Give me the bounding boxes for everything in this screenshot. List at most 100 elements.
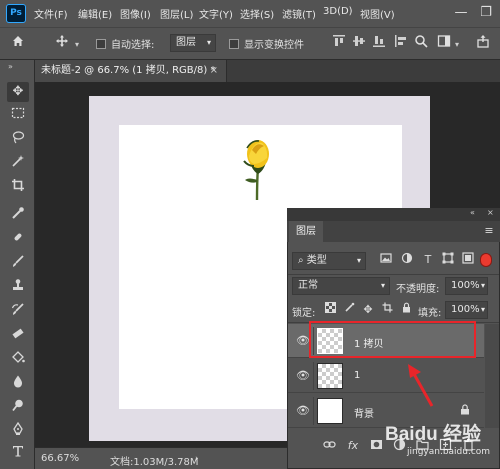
panel-menu-icon[interactable]: ≡: [481, 223, 497, 239]
auto-select-dropdown[interactable]: 图层 ▾: [170, 34, 216, 52]
filter-shape-icon[interactable]: [440, 252, 456, 268]
align-left-icon[interactable]: [392, 34, 410, 52]
search-icon: ⌕: [298, 255, 304, 266]
collapse-icon[interactable]: »: [8, 62, 13, 71]
healing-brush-icon[interactable]: [7, 230, 29, 250]
lasso-tool-icon[interactable]: [7, 130, 29, 150]
lock-image-icon[interactable]: [341, 302, 357, 318]
magic-wand-icon[interactable]: [7, 154, 29, 174]
menu-edit[interactable]: 编辑(E): [78, 6, 112, 21]
document-tab[interactable]: 未标题-2 @ 66.7% (1 拷贝, RGB/8) * ×: [35, 60, 227, 82]
auto-select-label: 自动选择:: [111, 40, 155, 51]
blur-tool-icon[interactable]: [7, 374, 29, 394]
crop-tool-icon[interactable]: [7, 178, 29, 198]
align-vcenter-icon[interactable]: [350, 34, 368, 52]
filter-pixel-icon[interactable]: [378, 252, 394, 268]
menu-view[interactable]: 视图(V): [360, 6, 395, 21]
share-icon[interactable]: [474, 34, 492, 52]
chevron-down-icon: ▾: [380, 281, 385, 290]
paint-bucket-icon[interactable]: [7, 350, 29, 370]
menu-type[interactable]: 文字(Y): [199, 6, 233, 21]
blend-mode-dropdown[interactable]: 正常 ▾: [292, 277, 390, 295]
rose-image: [243, 140, 269, 201]
layer-name[interactable]: 1: [354, 370, 360, 381]
tab-layers[interactable]: 图层: [289, 221, 323, 242]
layer-filter-dropdown[interactable]: ⌕ 类型 ▾: [292, 252, 366, 270]
chevron-down-icon: ▾: [480, 281, 485, 290]
home-icon[interactable]: [9, 34, 27, 52]
layer-name[interactable]: 背景: [354, 405, 374, 420]
chevron-down-icon[interactable]: ▾: [455, 40, 459, 49]
fx-icon[interactable]: fx: [345, 438, 361, 454]
type-tool-icon[interactable]: [7, 444, 29, 464]
options-bar: ▾ 自动选择: 图层 ▾ 显示变换控件 ▾: [0, 27, 500, 60]
layer-filter-value: 类型: [306, 255, 327, 266]
workspace-icon[interactable]: [435, 34, 453, 52]
marquee-tool-icon[interactable]: [7, 106, 29, 126]
brush-tool-icon[interactable]: [7, 254, 29, 274]
dodge-tool-icon[interactable]: [7, 398, 29, 418]
filter-adjustment-icon[interactable]: [399, 252, 415, 268]
eraser-tool-icon[interactable]: [7, 326, 29, 346]
document-tab-label: 未标题-2 @ 66.7% (1 拷贝, RGB/8) *: [41, 65, 216, 76]
show-transform-label: 显示变换控件: [244, 40, 304, 51]
chevron-down-icon: ▾: [480, 305, 485, 314]
filter-type-icon[interactable]: T: [420, 252, 436, 268]
auto-select-checkbox[interactable]: [96, 39, 106, 49]
add-mask-icon[interactable]: [368, 438, 384, 454]
lock-position-icon[interactable]: ✥: [360, 302, 376, 318]
menu-filter[interactable]: 滤镜(T): [282, 6, 316, 21]
zoom-level[interactable]: 66.67%: [41, 453, 79, 464]
menu-layer[interactable]: 图层(L): [160, 6, 193, 21]
opacity-label: 不透明度:: [396, 284, 440, 295]
chevron-down-icon: ▾: [356, 256, 361, 265]
show-transform-checkbox[interactable]: [229, 39, 239, 49]
document-size: 文档:1.03M/3.78M: [110, 457, 199, 468]
collapse-icon[interactable]: «: [470, 208, 475, 217]
menu-image[interactable]: 图像(I): [120, 6, 151, 21]
menu-bar: Ps 文件(F) 编辑(E) 图像(I) 图层(L) 文字(Y) 选择(S) 滤…: [0, 0, 500, 27]
layer-row[interactable]: 👁 1: [288, 359, 484, 393]
divider: [313, 362, 314, 390]
close-icon[interactable]: ×: [487, 208, 494, 217]
link-layers-icon[interactable]: [321, 438, 337, 454]
opacity-input[interactable]: 100% ▾: [445, 277, 488, 295]
pen-tool-icon[interactable]: [7, 421, 29, 442]
filter-smart-object-icon[interactable]: [460, 252, 476, 268]
restore-button[interactable]: ❐: [477, 4, 495, 22]
chevron-right-icon[interactable]: ›: [195, 454, 199, 464]
highlight-box: [309, 321, 476, 358]
baidu-watermark: Baidu 经验 jingyan.baidu.com: [385, 413, 497, 465]
layer-thumbnail: [317, 398, 343, 424]
visibility-eye-icon[interactable]: 👁: [296, 369, 310, 382]
eyedropper-icon[interactable]: [7, 206, 29, 226]
opacity-value: 100%: [451, 280, 480, 291]
visibility-eye-icon[interactable]: 👁: [296, 334, 310, 347]
menu-file[interactable]: 文件(F): [34, 6, 68, 21]
align-top-icon[interactable]: [330, 34, 348, 52]
lock-artboard-icon[interactable]: [379, 302, 395, 318]
filter-toggle-icon[interactable]: [480, 253, 492, 267]
move-tool-icon[interactable]: ✥: [7, 82, 29, 102]
stamp-tool-icon[interactable]: [7, 278, 29, 298]
visibility-eye-icon[interactable]: 👁: [296, 404, 310, 417]
align-bottom-icon[interactable]: [370, 34, 388, 52]
menu-3d[interactable]: 3D(D): [323, 6, 353, 17]
fill-value: 100%: [451, 304, 480, 315]
lock-transparent-icon[interactable]: [322, 302, 338, 318]
minimize-button[interactable]: —: [452, 4, 470, 22]
search-icon[interactable]: [412, 34, 430, 52]
close-icon[interactable]: ×: [210, 60, 218, 82]
fill-label: 填充:: [418, 308, 442, 319]
menu-select[interactable]: 选择(S): [240, 6, 274, 21]
chevron-down-icon[interactable]: ▾: [75, 40, 79, 49]
lock-all-icon[interactable]: [398, 302, 414, 318]
chevron-down-icon: ▾: [206, 38, 211, 47]
fill-input[interactable]: 100% ▾: [445, 301, 488, 319]
watermark-brand: Baidu 经验: [385, 424, 482, 445]
auto-select-value: 图层: [176, 37, 196, 48]
move-tool-icon[interactable]: [53, 34, 71, 52]
history-brush-icon[interactable]: [7, 302, 29, 322]
layer-thumbnail: [317, 363, 343, 389]
watermark-url: jingyan.baidu.com: [407, 447, 491, 457]
